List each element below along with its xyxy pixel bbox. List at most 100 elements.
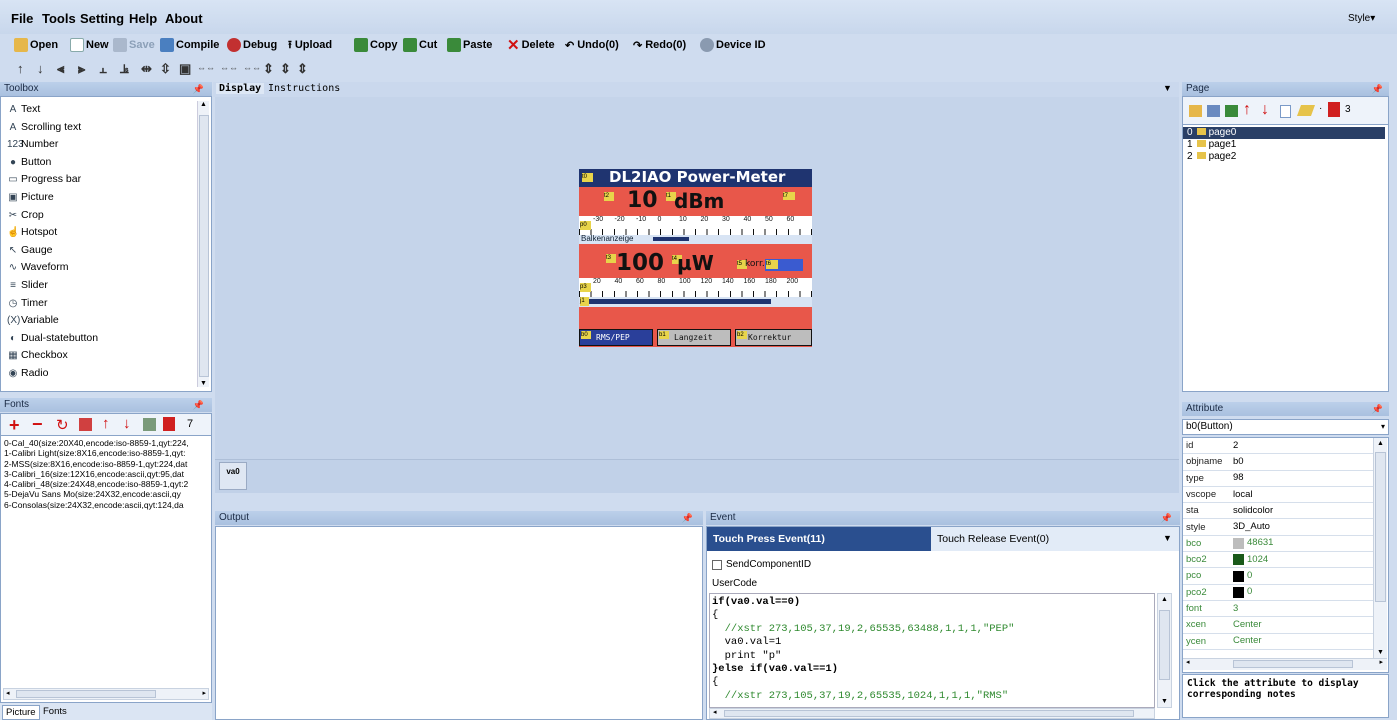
font-item[interactable]: 5-DejaVu Sans Mo(size:24X32,encode:ascii… [1, 489, 209, 499]
toolbox-item[interactable]: ≡ Slider [1, 277, 197, 295]
rms-pep-button[interactable]: b0 RMS/PEP [579, 329, 653, 346]
copy-button[interactable]: Copy [354, 36, 398, 54]
compile-button[interactable]: Compile [160, 36, 219, 54]
align-right-icon[interactable]: ⫸ [78, 61, 85, 77]
toolbox-item[interactable]: A Scrolling text [1, 119, 197, 137]
toolbox-item[interactable]: ● Button [1, 154, 197, 172]
trash-icon[interactable] [163, 417, 175, 431]
refresh-icon[interactable]: ↻ [56, 416, 69, 434]
debug-button[interactable]: Debug [227, 36, 277, 54]
tab-display[interactable]: Display [216, 83, 265, 94]
pin-icon[interactable]: 📌 [1372, 402, 1383, 416]
code-hscrollbar[interactable]: ◂ [709, 708, 1155, 719]
pin-icon[interactable]: 📌 [193, 398, 204, 412]
korrektur-button[interactable]: b2 Korrektur [735, 329, 812, 346]
event-dropdown-icon[interactable]: ▼ [1163, 533, 1172, 543]
move-font-up-icon[interactable]: ↑ [102, 415, 110, 432]
delete-button[interactable]: ✕ Delete [507, 36, 555, 54]
component-tag[interactable]: t2 [604, 192, 614, 201]
font-item[interactable]: 2-MSS(size:8X16,encode:iso-8859-1,qyt:22… [1, 459, 209, 469]
attribute-row[interactable]: style 3D_Auto [1183, 520, 1373, 536]
scroll-left-icon[interactable]: ◂ [1186, 658, 1190, 666]
font-item[interactable]: 4-Calibri_48(size:24X48,encode:iso-8859-… [1, 479, 209, 489]
menu-help[interactable]: Help [129, 11, 157, 26]
menu-tools[interactable]: Tools [42, 11, 76, 26]
scroll-down-icon[interactable]: ▼ [1161, 698, 1168, 705]
page-item[interactable]: 1 page1 [1183, 139, 1385, 151]
add-font-icon[interactable]: + [9, 415, 20, 436]
component-tag[interactable]: j1 [580, 297, 589, 306]
space-h3-icon[interactable]: ⇔⇔ [243, 63, 261, 73]
space-h-icon[interactable]: ⇔⇔ [197, 63, 215, 73]
attribute-row[interactable]: type 98 [1183, 471, 1373, 487]
dbm-value[interactable]: 10 [627, 188, 658, 213]
variable-component[interactable]: va0 [219, 462, 247, 490]
edit-font-icon[interactable] [79, 418, 92, 431]
scroll-up-icon[interactable]: ▲ [1161, 596, 1168, 603]
toolbox-item[interactable]: ◐ Dual-statebutton [1, 330, 197, 348]
delete-page-icon[interactable] [1207, 105, 1220, 117]
insert-page-icon[interactable] [1225, 105, 1238, 117]
toolbox-item[interactable]: (X) Variable [1, 312, 197, 330]
pin-icon[interactable]: 📌 [1161, 511, 1172, 525]
attribute-row[interactable]: vscope local [1183, 487, 1373, 504]
font-item[interactable]: 3-Calibri_16(size:12X16,encode:ascii,qyt… [1, 469, 209, 479]
toolbox-item[interactable]: ✂ Crop [1, 207, 197, 225]
scroll-left-icon[interactable]: ◂ [6, 689, 10, 697]
attribute-row[interactable]: xcen Center [1183, 617, 1373, 634]
scroll-up-icon[interactable]: ▲ [200, 101, 207, 108]
font-item[interactable]: 6-Consolas(size:24X32,encode:ascii,qyt:1… [1, 500, 209, 510]
space-h2-icon[interactable]: ⇔⇔ [220, 63, 238, 73]
space-v-icon[interactable]: ⇕ [263, 61, 274, 77]
open-button[interactable]: Open [14, 36, 58, 54]
scrollbar-thumb[interactable] [724, 710, 1134, 717]
scroll-left-icon[interactable]: ◂ [713, 708, 717, 716]
attribute-hscrollbar[interactable]: ◂ ▸ [1183, 658, 1387, 670]
space-v2-icon[interactable]: ⇕ [280, 61, 291, 77]
langzeit-button[interactable]: b1 Langzeit [657, 329, 731, 346]
scroll-right-icon[interactable]: ▸ [1379, 658, 1383, 666]
center-v-icon[interactable]: ⇳ [160, 61, 171, 77]
output-panel[interactable] [215, 526, 703, 720]
mw-scale[interactable]: 20 40 60 80 100 120 140 160 180 200 p3 [579, 278, 812, 297]
dropdown-dot-icon[interactable]: · [1319, 103, 1322, 114]
mw-unit[interactable]: µW [677, 251, 714, 275]
align-left-icon[interactable]: ⫷ [57, 61, 64, 77]
toolbox-item[interactable]: ◷ Timer [1, 295, 197, 313]
component-tag[interactable]: t7 [783, 192, 795, 200]
font-item[interactable]: 1-Calibri Light(size:8X16,encode:iso-885… [1, 448, 209, 458]
copy-page-icon[interactable] [1280, 105, 1291, 118]
component-tag[interactable]: t3 [606, 254, 616, 263]
font-image-icon[interactable] [143, 418, 156, 431]
attribute-row[interactable]: pco 0 [1183, 568, 1373, 585]
attribute-row[interactable]: objname b0 [1183, 454, 1373, 471]
toolbox-scrollbar[interactable]: ▲ ▼ [197, 101, 209, 387]
move-up-icon[interactable]: ↑ [17, 61, 24, 76]
redo-button[interactable]: ↷ Redo(0) [633, 36, 686, 54]
same-size-icon[interactable]: ▣ [179, 61, 191, 77]
upload-button[interactable]: ⭱ Upload [288, 36, 332, 54]
toolbox-item[interactable]: ▦ Checkbox [1, 347, 197, 365]
align-bottom-icon[interactable]: ⫡ [120, 61, 129, 77]
toolbox-item[interactable]: ☝ Hotspot [1, 224, 197, 242]
page-item[interactable]: 2 page2 [1183, 151, 1385, 163]
attribute-row[interactable]: id 2 [1183, 438, 1373, 455]
toolbox-item[interactable]: A Text [1, 101, 197, 119]
pin-icon[interactable]: 📌 [1372, 82, 1383, 96]
new-button[interactable]: New [70, 36, 109, 54]
dbm-progress-bar[interactable]: Balkenanzeige [579, 234, 812, 244]
fonts-hscrollbar[interactable]: ◂ ▸ [3, 688, 209, 700]
component-selector[interactable]: b0(Button) ▾ [1182, 419, 1389, 435]
align-top-icon[interactable]: ⫠ [99, 61, 107, 77]
pin-icon[interactable]: 📌 [193, 82, 204, 96]
add-page-icon[interactable] [1189, 105, 1202, 117]
trash-icon[interactable] [1328, 102, 1340, 117]
component-tag[interactable]: t0 [582, 173, 593, 182]
scroll-up-icon[interactable]: ▲ [1377, 440, 1384, 447]
toolbox-item[interactable]: ▭ Progress bar [1, 171, 197, 189]
tab-instructions[interactable]: Instructions [268, 83, 340, 94]
tab-touch-press[interactable]: Touch Press Event(11) [707, 527, 931, 551]
page-down-icon[interactable]: ↓ [1261, 101, 1269, 119]
scrollbar-thumb[interactable] [1233, 660, 1353, 668]
scrollbar-thumb[interactable] [1159, 610, 1170, 680]
